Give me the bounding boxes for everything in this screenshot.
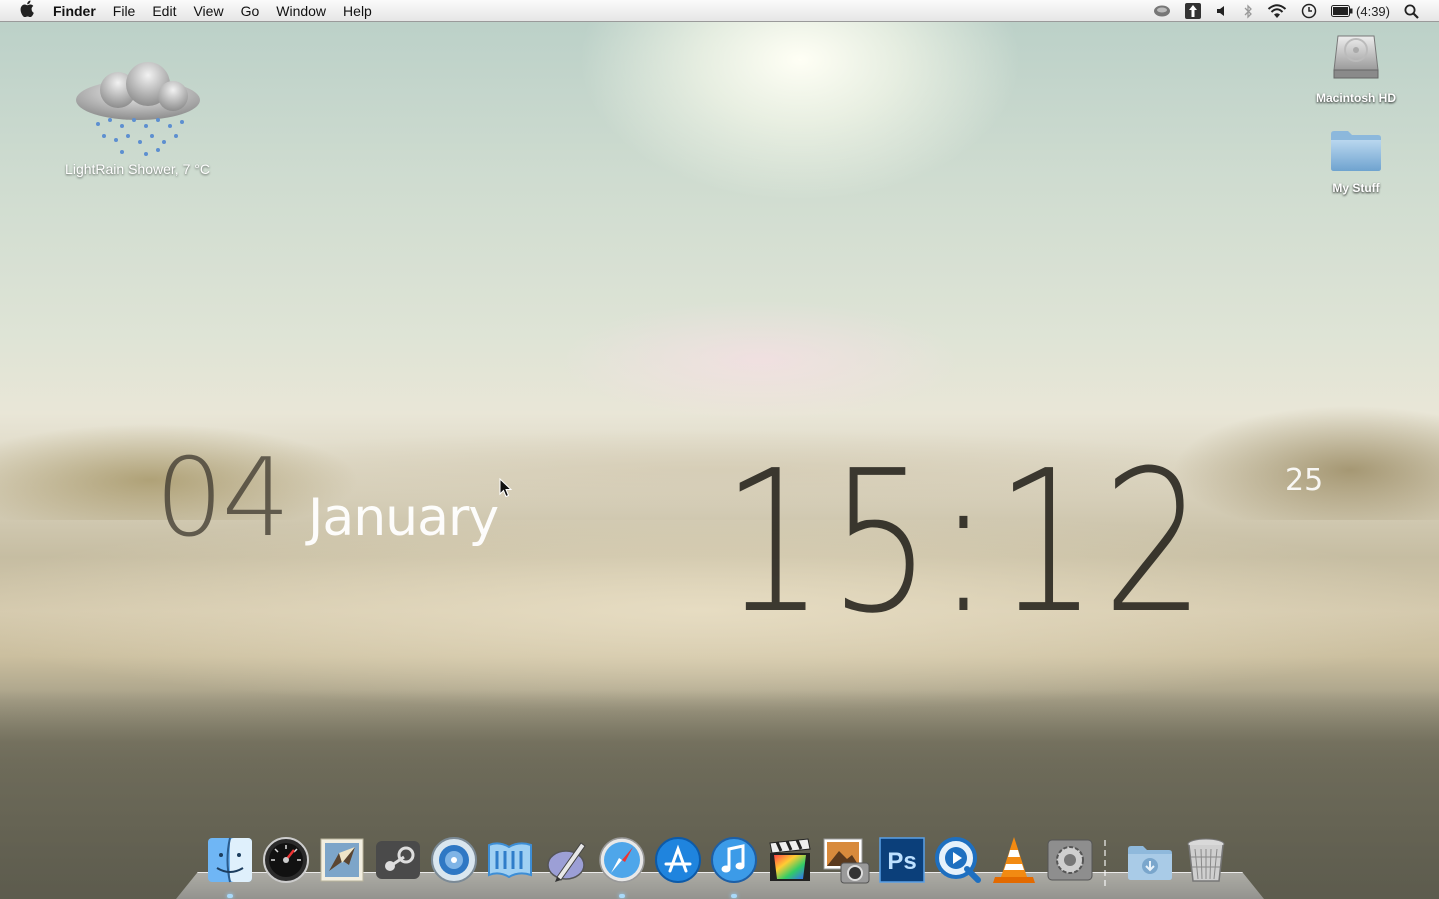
volume-icon[interactable]: [1215, 4, 1229, 18]
battery-status[interactable]: (4:39): [1331, 4, 1390, 19]
music-note-icon: [711, 837, 757, 883]
battery-icon: [1331, 5, 1353, 17]
word-icon: [488, 842, 532, 879]
folder-icon: [1331, 131, 1381, 171]
dock-separator: [1104, 840, 1118, 886]
weather-label: LightRain Shower, 7 °C: [65, 161, 210, 177]
transmission-icon[interactable]: [1185, 3, 1202, 19]
dock-item-quicktime[interactable]: [932, 834, 984, 886]
wifi-icon[interactable]: [1267, 3, 1287, 19]
clock-time: 15:12: [722, 429, 1210, 657]
menu-file[interactable]: File: [113, 3, 136, 19]
dock-item-trash[interactable]: [1180, 834, 1232, 886]
menu-view[interactable]: View: [193, 3, 223, 19]
clapper-icon: [769, 838, 811, 881]
dock-item-dashboard[interactable]: [260, 834, 312, 886]
app-store-icon: [655, 837, 701, 883]
mail-icon: [320, 838, 364, 882]
battery-time: (4:39): [1356, 3, 1390, 19]
mouse-cursor-icon: [499, 478, 513, 498]
dock-item-photoshop[interactable]: Ps: [876, 834, 928, 886]
dock-item-downloads[interactable]: [1124, 834, 1176, 886]
menu-bar: Finder File Edit View Go Window Help (4:…: [0, 0, 1439, 22]
compass-icon: [599, 837, 645, 883]
dock-item-steam[interactable]: [372, 834, 424, 886]
dock-item-mail[interactable]: [316, 834, 368, 886]
desktop-icon-label: Macintosh HD: [1315, 91, 1396, 105]
finder-icon: [208, 837, 252, 883]
downloads-folder-icon: [1128, 846, 1172, 880]
dock-item-system-preferences[interactable]: [1044, 834, 1096, 886]
running-indicator: [227, 894, 233, 898]
dashboard-icon: [263, 837, 309, 883]
dock-item-iphoto[interactable]: [820, 834, 872, 886]
dock-item-finder[interactable]: [204, 834, 256, 898]
spotlight-icon[interactable]: [1404, 4, 1419, 19]
desktop-icon-macintosh-hd[interactable]: Macintosh HD: [1301, 30, 1411, 105]
dock-item-safari[interactable]: [596, 834, 648, 898]
photoshop-icon: Ps: [879, 837, 925, 883]
desktop-icon-label: My Stuff: [1332, 181, 1380, 195]
dock-item-final-cut[interactable]: [764, 834, 816, 886]
photoshop-label: Ps: [887, 848, 916, 875]
status-area: (4:39): [1139, 0, 1439, 22]
time-machine-icon[interactable]: [1301, 3, 1317, 19]
pen-icon: [547, 842, 586, 882]
menu-go[interactable]: Go: [241, 3, 260, 19]
quicktime-icon: [935, 837, 981, 883]
apple-menu-icon[interactable]: [17, 0, 39, 22]
date-month: January: [308, 488, 499, 548]
dock-item-disc-utility[interactable]: [428, 834, 480, 886]
dock-item-itunes[interactable]: [708, 834, 760, 898]
dock-item-vlc[interactable]: [988, 834, 1040, 886]
photo-camera-icon: [823, 838, 870, 884]
dock-item-word[interactable]: [484, 834, 536, 886]
growl-icon[interactable]: [1153, 4, 1171, 18]
gear-disc-icon: [431, 837, 477, 883]
menu-app-name[interactable]: Finder: [53, 3, 96, 19]
dock: Ps: [204, 826, 1236, 898]
rain-cloud-icon: [75, 62, 200, 156]
trash-icon: [1187, 838, 1225, 882]
dock-item-script-editor[interactable]: [540, 834, 592, 886]
weather-widget[interactable]: LightRain Shower, 7 °C: [55, 62, 220, 177]
running-indicator: [619, 894, 625, 898]
desktop-icon-my-stuff[interactable]: My Stuff: [1301, 128, 1411, 195]
date-day: 04: [155, 436, 290, 561]
running-indicator: [731, 894, 737, 898]
menu-window[interactable]: Window: [276, 3, 326, 19]
menu-edit[interactable]: Edit: [152, 3, 176, 19]
menu-help[interactable]: Help: [343, 3, 372, 19]
clock-seconds: 25: [1285, 463, 1324, 498]
steam-icon: [376, 841, 420, 879]
hard-drive-icon: [1333, 35, 1379, 79]
traffic-cone-icon: [993, 837, 1035, 883]
gear-icon: [1047, 839, 1093, 881]
dock-item-app-store[interactable]: [652, 834, 704, 886]
bluetooth-icon[interactable]: [1243, 3, 1253, 19]
